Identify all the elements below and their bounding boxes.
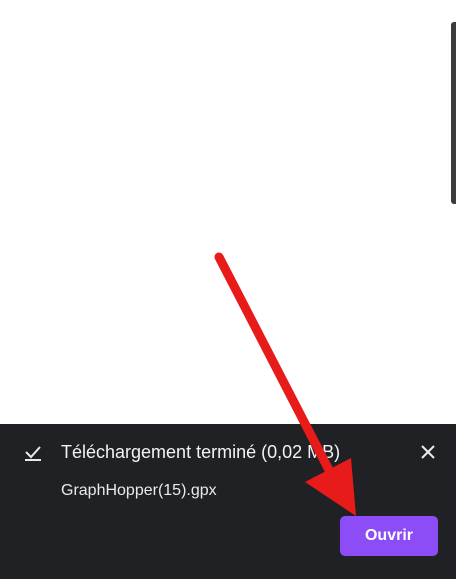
open-button[interactable]: Ouvrir bbox=[340, 516, 438, 556]
scrollbar[interactable] bbox=[451, 22, 456, 204]
download-title: Téléchargement terminé (0,02 MB) bbox=[61, 442, 341, 462]
check-icon bbox=[25, 446, 41, 461]
download-filename: GraphHopper(15).gpx bbox=[61, 482, 217, 499]
screen: Téléchargement terminé (0,02 MB) GraphHo… bbox=[0, 0, 456, 579]
close-icon[interactable] bbox=[419, 443, 437, 461]
